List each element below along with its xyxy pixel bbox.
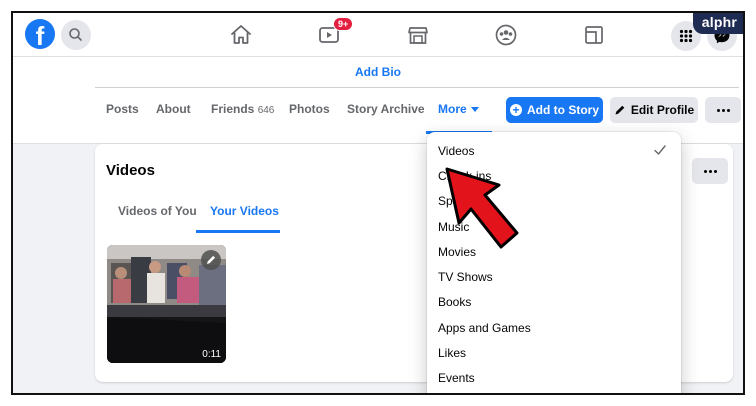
edit-profile-button[interactable]: Edit Profile	[610, 97, 698, 123]
top-navigation-bar: f 9+ alphr	[13, 13, 743, 57]
tab-your-videos[interactable]: Your Videos	[210, 204, 279, 218]
watch-notification-badge: 9+	[333, 17, 354, 31]
menu-item-apps-and-games[interactable]: Apps and Games	[438, 321, 531, 335]
plus-icon: +	[510, 104, 522, 116]
marketplace-nav[interactable]	[405, 22, 431, 48]
gaming-nav[interactable]	[581, 22, 607, 48]
checkmark-icon	[654, 145, 666, 155]
pencil-icon	[615, 105, 625, 115]
marketplace-icon	[408, 27, 428, 44]
more-dots-icon	[705, 97, 741, 123]
videos-card-title: Videos	[106, 162, 155, 179]
screenshot-frame: f 9+ alphr Add Bio Posts About Friends 6…	[11, 11, 745, 395]
tab-more[interactable]: More	[438, 102, 479, 116]
profile-header: Add Bio Posts About Friends 646 Photos S…	[13, 57, 743, 144]
facebook-logo[interactable]: f	[25, 19, 55, 49]
pencil-icon	[207, 255, 216, 264]
menu-item-videos[interactable]: Videos	[438, 144, 474, 158]
caret-down-icon	[470, 107, 479, 113]
videos-active-tab-indicator	[196, 230, 280, 233]
profile-more-options-button[interactable]	[705, 97, 741, 123]
edit-video-button[interactable]	[201, 250, 221, 270]
video-duration: 0:11	[202, 349, 221, 360]
groups-nav[interactable]	[493, 22, 519, 48]
gaming-icon	[585, 26, 603, 44]
tab-videos-of-you[interactable]: Videos of You	[118, 204, 197, 218]
menu-item-likes[interactable]: Likes	[438, 346, 466, 360]
search-button[interactable]	[61, 20, 91, 50]
friends-count: 646	[257, 105, 275, 116]
tab-friends[interactable]: Friends 646	[211, 102, 274, 116]
tab-photos[interactable]: Photos	[289, 102, 330, 116]
video-thumbnail[interactable]: 0:11	[107, 245, 226, 363]
add-to-story-label: Add to Story	[527, 103, 599, 117]
search-icon	[69, 28, 82, 41]
edit-profile-label: Edit Profile	[630, 103, 695, 117]
add-bio-link[interactable]: Add Bio	[13, 65, 743, 79]
tab-about[interactable]: About	[156, 102, 191, 116]
more-dots-icon	[692, 158, 728, 184]
home-nav[interactable]	[228, 22, 254, 48]
groups-icon	[495, 24, 517, 46]
tab-friends-label: Friends	[211, 102, 255, 116]
header-divider	[95, 87, 739, 88]
red-arrow-annotation	[445, 167, 519, 249]
videos-more-options-button[interactable]	[692, 158, 728, 184]
home-icon	[231, 25, 251, 44]
menu-item-events[interactable]: Events	[438, 371, 475, 385]
tab-posts[interactable]: Posts	[106, 102, 139, 116]
logo-letter: f	[35, 21, 45, 49]
menu-item-books[interactable]: Books	[438, 295, 471, 309]
tab-story-archive[interactable]: Story Archive	[347, 102, 425, 116]
alphr-watermark: alphr	[692, 13, 743, 34]
menu-item-tv-shows[interactable]: TV Shows	[438, 270, 493, 284]
tab-more-label: More	[438, 102, 467, 116]
add-to-story-button[interactable]: + Add to Story	[506, 97, 603, 123]
